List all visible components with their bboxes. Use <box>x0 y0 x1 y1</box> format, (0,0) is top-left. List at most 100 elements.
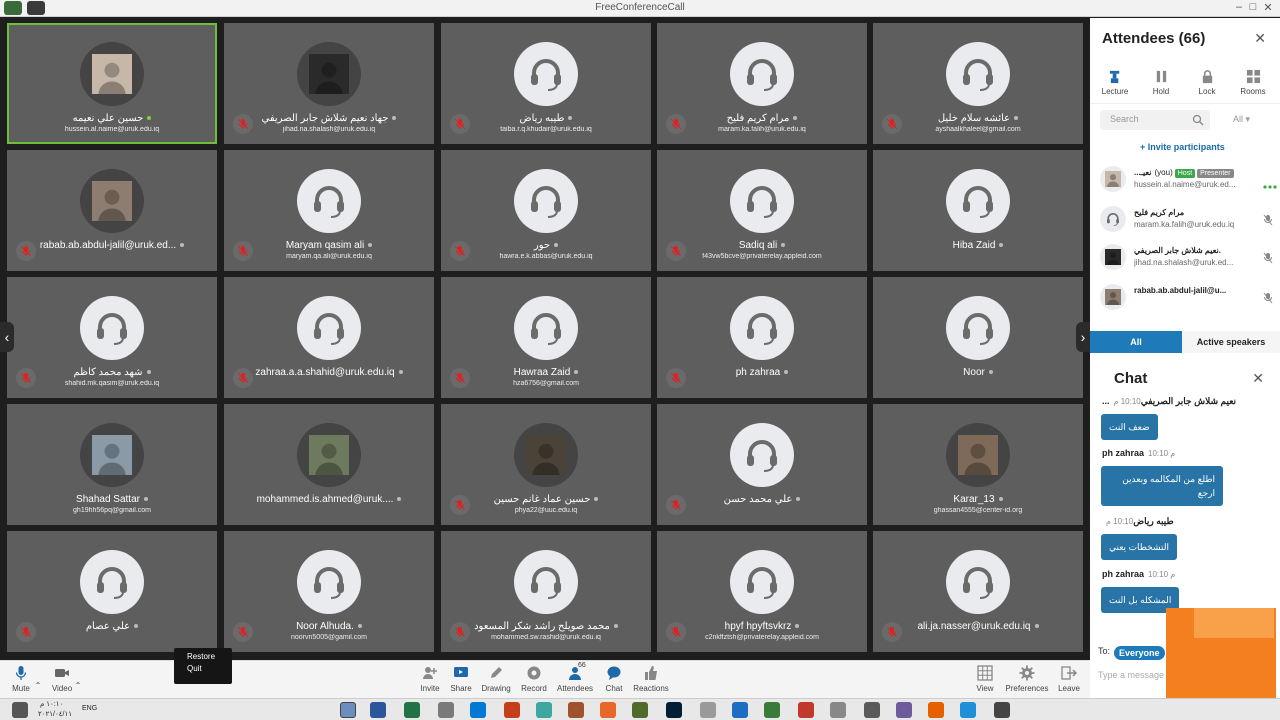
participant-tile[interactable]: zahraa.a.a.shahid@uruk.edu.iq <box>224 277 434 398</box>
connection-dot-icon <box>998 497 1003 502</box>
taskbar-app-icon[interactable] <box>798 702 814 718</box>
participant-tile[interactable]: Karar_13 ghassan4555@center-id.org <box>873 404 1083 525</box>
rooms-button[interactable]: Rooms <box>1230 66 1276 96</box>
record-button[interactable]: Record <box>520 665 548 693</box>
share-button[interactable]: Share <box>448 665 474 693</box>
preferences-button[interactable]: Preferences <box>1004 665 1050 693</box>
taskbar-app-icon[interactable] <box>600 702 616 718</box>
lecture-button[interactable]: Lecture <box>1092 66 1138 96</box>
participant-tile[interactable]: Sadiq ali f43vw5bcve@privaterelay.appleid… <box>657 150 867 271</box>
participant-tile[interactable]: حور hawra.e.k.abbas@uruk.edu.iq <box>441 150 651 271</box>
taskbar-app-icon[interactable] <box>864 702 880 718</box>
taskbar-task-view-icon[interactable] <box>994 702 1010 718</box>
restore-menu-item[interactable]: Restore <box>174 648 232 661</box>
taskbar-word-icon[interactable] <box>370 702 386 718</box>
leave-button[interactable]: Leave <box>1058 665 1080 693</box>
attendee-row[interactable]: مرام كريم فليح maram.ka.falih@uruk.edu.iq <box>1100 206 1275 240</box>
connection-dot-icon <box>146 370 151 375</box>
mic-muted-icon <box>233 622 253 642</box>
participant-tile[interactable]: Shahad Sattar gh19hh56pq@gmail.com <box>7 404 217 525</box>
video-options-chevron-icon[interactable]: ⌃ <box>73 681 83 690</box>
invite-button[interactable]: Invite <box>418 665 442 693</box>
chat-sender: ph zahraa <box>1102 448 1145 458</box>
language-indicator[interactable]: ENG <box>82 705 97 712</box>
taskbar-calculator-icon[interactable] <box>438 702 454 718</box>
attendees-button[interactable]: 66 Attendees <box>556 662 594 693</box>
connection-dot-icon <box>1014 116 1019 121</box>
taskbar-mail-icon[interactable] <box>470 702 486 718</box>
participant-tile[interactable]: جهاد نعيم شلاش جابر الصريفي jihad.na.shal… <box>224 23 434 144</box>
close-window-icon[interactable]: ✕ <box>1261 1 1275 14</box>
participant-tile[interactable]: Maryam qasim ali maryam.qa.ali@uruk.edu.i… <box>224 150 434 271</box>
mute-button[interactable]: Mute <box>10 665 32 693</box>
video-button[interactable]: Video <box>50 665 74 693</box>
attendee-filter-select[interactable]: All ▾ <box>1233 114 1250 125</box>
participant-tile[interactable]: طيبه رياض taiba.r.q.khudair@uruk.edu.iq <box>441 23 651 144</box>
taskbar-app-icon[interactable] <box>896 702 912 718</box>
participant-tile[interactable]: mohammed.is.ahmed@uruk.... <box>224 404 434 525</box>
taskbar-app-icon[interactable] <box>830 702 846 718</box>
participant-tile[interactable]: Noor <box>873 277 1083 398</box>
close-chat-icon[interactable]: ✕ <box>1252 370 1264 387</box>
mute-options-chevron-icon[interactable]: ⌃ <box>33 681 43 690</box>
taskbar-app-icon[interactable] <box>700 702 716 718</box>
attendee-row[interactable]: ...نعيـ (you) Host Presenter hussein.al.naim… <box>1100 166 1277 200</box>
minimize-icon[interactable]: – <box>1232 1 1246 13</box>
taskbar-app-icon[interactable] <box>568 702 584 718</box>
participant-tile[interactable]: rabab.ab.abdul-jalil@uruk.ed... <box>7 150 217 271</box>
participant-name: rabab.ab.abdul-jalil@uruk.ed... <box>7 240 217 251</box>
invite-participants-link[interactable]: + Invite participants <box>1140 142 1225 152</box>
drawing-button[interactable]: Drawing <box>480 665 512 693</box>
participant-tile[interactable]: عائشه سلام خليل ayshaalkhaleel@gmail.com <box>873 23 1083 144</box>
participant-tile[interactable]: شهد محمد كاظم shahid.mk.qasim@uruk.edu.iq <box>7 277 217 398</box>
os-taskbar: ١٠:١٠ م ٢٠٢١/٠٤/١١ ENG <box>0 698 1280 720</box>
headset-icon <box>80 550 144 614</box>
taskbar-photoshop-icon[interactable] <box>666 702 682 718</box>
prev-page-arrow-icon[interactable]: ‹ <box>0 322 14 352</box>
view-button[interactable]: View <box>974 665 996 693</box>
attendee-row[interactable]: rabab.ab.abdul-jalil@u... <box>1100 284 1275 318</box>
participant-tile[interactable]: Hiba Zaid <box>873 150 1083 271</box>
recipient-select[interactable]: Everyone <box>1114 646 1165 660</box>
taskbar-edge-icon[interactable] <box>960 702 976 718</box>
participant-tile[interactable]: علي عصام <box>7 531 217 652</box>
participant-tile[interactable]: ph zahraa <box>657 277 867 398</box>
taskbar-app-icon[interactable] <box>764 702 780 718</box>
mute-label: Mute <box>12 684 30 693</box>
hold-button[interactable]: Hold <box>1138 66 1184 96</box>
taskbar-firefox-icon[interactable] <box>928 702 944 718</box>
notification-icon[interactable] <box>12 702 28 718</box>
chat-input[interactable]: Type a message <box>1098 670 1164 680</box>
taskbar-app-icon[interactable] <box>632 702 648 718</box>
participant-tile[interactable]: Hawraa Zaid hza6756@gmail.com <box>441 277 651 398</box>
close-attendees-icon[interactable]: ✕ <box>1254 30 1266 47</box>
participant-email: shahid.mk.qasim@uruk.edu.iq <box>64 380 160 387</box>
next-page-arrow-icon[interactable]: › <box>1076 322 1090 352</box>
lock-button[interactable]: Lock <box>1184 66 1230 96</box>
chevron-down-icon: ▾ <box>1245 114 1251 124</box>
taskbar-app-icon[interactable] <box>536 702 552 718</box>
reactions-button[interactable]: Reactions <box>632 665 670 693</box>
participant-name: جهاد نعيم شلاش جابر الصريفي <box>224 113 434 124</box>
quit-menu-item[interactable]: Quit <box>174 661 232 673</box>
tab-all[interactable]: All <box>1090 331 1182 353</box>
attendee-name: نعيم شلاش جابر الصريفي. <box>1134 246 1221 255</box>
participant-tile[interactable]: علي محمد حسن <box>657 404 867 525</box>
participant-tile[interactable]: مرام كريم فليح maram.ka.falih@uruk.edu.iq <box>657 23 867 144</box>
chat-button[interactable]: Chat <box>602 665 626 693</box>
participant-tile[interactable]: ali.ja.nasser@uruk.edu.iq <box>873 531 1083 652</box>
taskbar-powerpoint-icon[interactable] <box>504 702 520 718</box>
participant-tile[interactable]: حسين علي نعيمه hussein.al.naime@uruk.edu.… <box>7 23 217 144</box>
tab-active-speakers[interactable]: Active speakers <box>1182 331 1280 353</box>
taskbar-app-conference-icon[interactable] <box>340 702 356 718</box>
attendee-search-input[interactable]: Search <box>1100 110 1210 130</box>
taskbar-excel-icon[interactable] <box>404 702 420 718</box>
attendees-label: Attendees <box>556 684 594 693</box>
attendee-row[interactable]: نعيم شلاش جابر الصريفي. jihad.na.shalash@… <box>1100 244 1275 278</box>
taskbar-app-icon[interactable] <box>732 702 748 718</box>
participant-tile[interactable]: hpyf hpyftsvkrz c2nkffztsh@privaterelay.a… <box>657 531 867 652</box>
maximize-icon[interactable]: □ <box>1246 1 1260 13</box>
participant-tile[interactable]: محمد صويلح راشد شكر المسعود mohammed.sw.r… <box>441 531 651 652</box>
participant-tile[interactable]: Noor Alhuda. noorvn5005@gamil.com <box>224 531 434 652</box>
participant-tile[interactable]: حسين عماد غانم حسين phya22@uuc.edu.iq <box>441 404 651 525</box>
